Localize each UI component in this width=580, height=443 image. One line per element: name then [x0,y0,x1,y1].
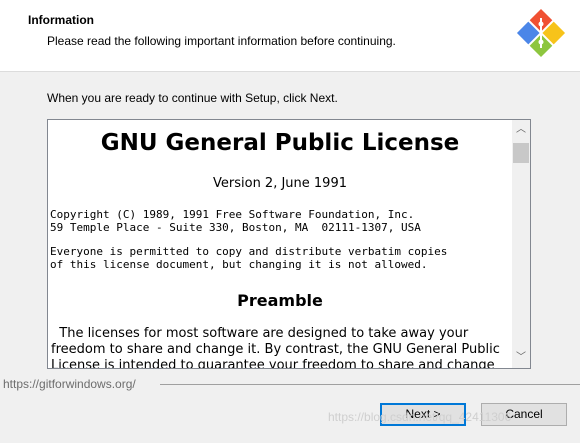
license-textbox[interactable]: GNU General Public License Version 2, Ju… [47,119,531,369]
page-subtitle: Please read the following important info… [47,34,396,48]
instruction-text: When you are ready to continue with Setu… [47,91,338,105]
chevron-down-icon[interactable]: ﹀ [512,349,530,367]
vertical-scrollbar[interactable]: ︿ ﹀ [512,120,530,368]
copyright-block: Copyright (C) 1989, 1991 Free Software F… [50,208,421,234]
chevron-up-icon[interactable]: ︿ [512,121,530,139]
scrollbar-thumb[interactable] [513,143,529,163]
address-line: 59 Temple Place - Suite 330, Boston, MA … [50,220,421,234]
page-title: Information [28,13,94,27]
license-content: GNU General Public License Version 2, Ju… [48,120,512,368]
permission-line: of this license document, but changing i… [50,257,428,271]
preamble-heading: Preamble [237,291,323,310]
permission-block: Everyone is permitted to copy and distri… [50,245,448,271]
license-version: Version 2, June 1991 [213,176,347,191]
preamble-paragraph: The licenses for most software are desig… [51,326,511,368]
paragraph-line: The licenses for most software are desig… [51,326,469,341]
git-diamond-logo-icon [516,8,566,58]
permission-line: Everyone is permitted to copy and distri… [50,245,448,258]
watermark-text: https://blog.csdn.net/qq_42411306 [328,410,512,424]
copyright-line: Copyright (C) 1989, 1991 Free Software F… [50,208,415,221]
license-title: GNU General Public License [100,130,460,156]
footer-divider [160,384,580,385]
paragraph-line: freedom to share and change it. By contr… [51,342,500,357]
website-link[interactable]: https://gitforwindows.org/ [3,377,136,391]
paragraph-line: License is intended to guarantee your fr… [51,358,495,368]
wizard-header: Information Please read the following im… [0,0,580,72]
